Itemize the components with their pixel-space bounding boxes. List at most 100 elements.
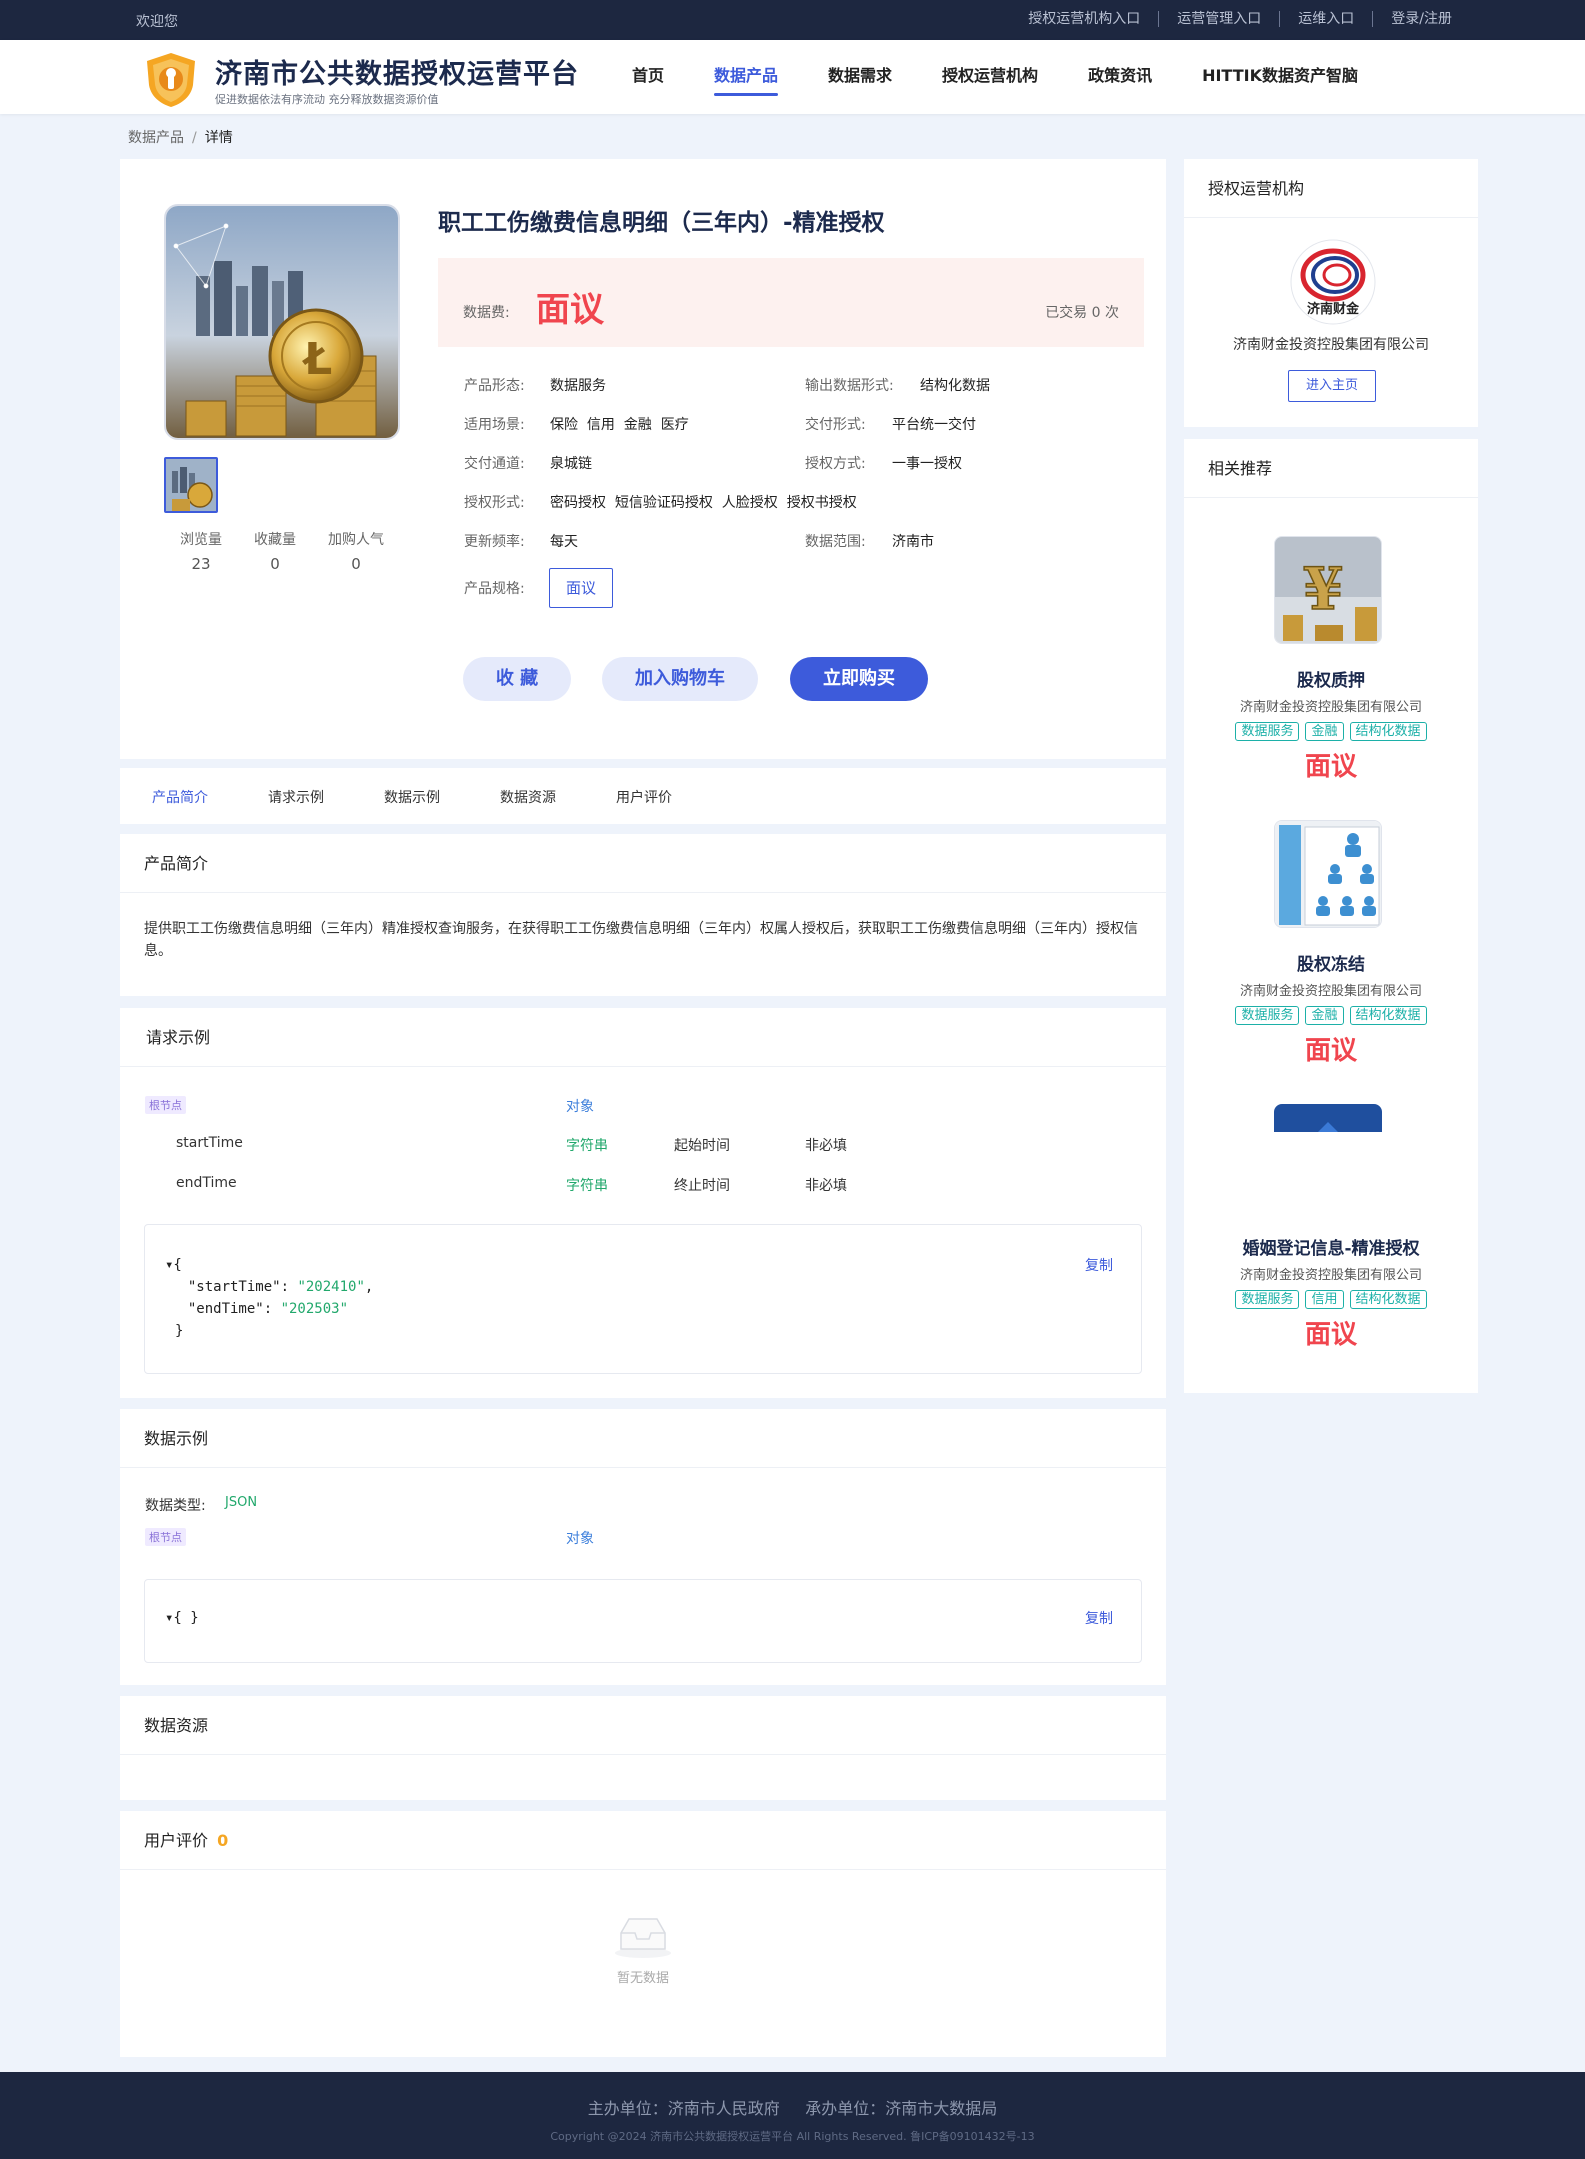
attr-auth-way: 授权方式: 一事一授权 bbox=[805, 456, 962, 472]
tab-reviews[interactable]: 用户评价 bbox=[616, 787, 672, 807]
data-type-label: 数据类型: bbox=[145, 1498, 206, 1514]
coins-city-image: Ł bbox=[166, 206, 398, 438]
recommend-price: 面议 bbox=[1304, 752, 1357, 782]
attr-spec: 产品规格: bbox=[464, 581, 525, 597]
marriage-image bbox=[1274, 1104, 1382, 1132]
root-node-tag: 根节点 bbox=[145, 1528, 186, 1546]
breadcrumb: 数据产品 / 详情 bbox=[128, 127, 233, 147]
breadcrumb-separator: / bbox=[192, 130, 197, 146]
recommend-name[interactable]: 婚姻登记信息-精准授权 bbox=[1184, 1234, 1478, 1259]
code-empty-object[interactable]: ▾{ } bbox=[165, 1610, 199, 1626]
tag: 数据服务 bbox=[1235, 722, 1300, 741]
org-homepage-button[interactable]: 进入主页 bbox=[1288, 370, 1376, 402]
product-card: Ł 浏览量 23 收藏量 0 加购人气 0 职工工伤缴费信息明细（三年内）-精准授权 … bbox=[120, 159, 1166, 759]
request-code-block: 复制 ▾{ "startTime": "202410", "endTime": … bbox=[144, 1224, 1142, 1374]
nav-hittik[interactable]: HITTIK数据资产智脑 bbox=[1202, 62, 1358, 96]
recommend-company: 济南财金投资控股集团有限公司 bbox=[1239, 1268, 1422, 1283]
org-panel: 授权运营机构 济南财金 济南财金投资控股集团有限公司 进入主页 bbox=[1184, 159, 1478, 427]
tab-request[interactable]: 请求示例 bbox=[268, 787, 324, 807]
tag: 信用 bbox=[1305, 1290, 1344, 1309]
nav-data-products[interactable]: 数据产品 bbox=[714, 62, 779, 96]
recommend-company: 济南财金投资控股集团有限公司 bbox=[1239, 700, 1422, 715]
svg-text:¥: ¥ bbox=[1303, 555, 1343, 623]
code-line-starttime: "startTime": "202410", bbox=[171, 1279, 374, 1295]
welcome-text: 欢迎您 bbox=[136, 14, 178, 30]
product-image: Ł bbox=[164, 204, 400, 440]
nav-data-demand[interactable]: 数据需求 bbox=[828, 62, 892, 96]
footer-copyright: Copyright @2024 济南市公共数据授权运营平台 All Rights… bbox=[550, 2130, 1035, 2143]
product-stats: 浏览量 23 收藏量 0 加购人气 0 bbox=[164, 529, 400, 573]
recommend-image bbox=[1274, 820, 1382, 928]
empty-box-icon bbox=[615, 1918, 671, 1958]
attr-delivery: 交付形式: 平台统一交付 bbox=[805, 417, 976, 433]
code-close-brace: } bbox=[175, 1323, 184, 1339]
recommend-image: ¥ bbox=[1274, 536, 1382, 644]
tag: 数据服务 bbox=[1235, 1006, 1300, 1025]
tag: 数据服务 bbox=[1235, 1290, 1300, 1309]
login-register-link[interactable]: 登录/注册 bbox=[1372, 11, 1452, 27]
section-title: 数据资源 bbox=[120, 1696, 1166, 1755]
product-thumbnail[interactable] bbox=[164, 457, 218, 513]
section-title: 用户评价 0 bbox=[120, 1811, 1166, 1870]
tab-intro[interactable]: 产品简介 bbox=[152, 787, 208, 807]
code-line-endtime: "endTime": "202503" bbox=[171, 1301, 349, 1317]
attr-scene: 适用场景: 保险 信用 金融 医疗 bbox=[464, 417, 689, 433]
field-name: endTime bbox=[176, 1175, 237, 1191]
root-node-tag: 根节点 bbox=[145, 1096, 186, 1114]
svg-text:Ł: Ł bbox=[302, 334, 332, 385]
root-type: 对象 bbox=[566, 1099, 594, 1115]
section-title: 数据示例 bbox=[120, 1409, 1166, 1468]
reviews-title: 用户评价 bbox=[144, 1831, 209, 1850]
attr-channel: 交付通道: 泉城链 bbox=[464, 456, 592, 472]
product-title: 职工工伤缴费信息明细（三年内）-精准授权 bbox=[438, 210, 885, 236]
tab-sample[interactable]: 数据示例 bbox=[384, 787, 440, 807]
nav-home[interactable]: 首页 bbox=[632, 62, 664, 96]
recommend-name[interactable]: 股权质押 bbox=[1184, 666, 1478, 691]
recommend-tags: 数据服务 信用 结构化数据 bbox=[1184, 1290, 1478, 1309]
sample-section: 数据示例 数据类型: JSON 根节点 对象 复制 ▾{ } bbox=[120, 1409, 1166, 1685]
shield-logo-icon[interactable] bbox=[143, 51, 199, 109]
field-type: 字符串 bbox=[566, 1178, 608, 1194]
add-to-cart-button[interactable]: 加入购物车 bbox=[602, 657, 758, 701]
org-name: 济南财金投资控股集团有限公司 bbox=[1233, 337, 1429, 353]
copy-button[interactable]: 复制 bbox=[1085, 1608, 1113, 1628]
recommend-name[interactable]: 股权冻结 bbox=[1184, 950, 1478, 975]
field-required: 非必填 bbox=[805, 1138, 847, 1154]
stat-views: 浏览量 23 bbox=[180, 532, 222, 573]
svg-text:济南财金: 济南财金 bbox=[1307, 301, 1360, 317]
copy-button[interactable]: 复制 bbox=[1085, 1255, 1113, 1275]
field-desc: 起始时间 bbox=[674, 1138, 730, 1154]
recommend-company: 济南财金投资控股集团有限公司 bbox=[1239, 984, 1422, 999]
intro-text: 提供职工工伤缴费信息明细（三年内）精准授权查询服务，在获得职工工伤缴费信息明细（… bbox=[144, 921, 1138, 959]
spec-option-button[interactable]: 面议 bbox=[549, 568, 613, 608]
tag: 结构化数据 bbox=[1349, 722, 1427, 741]
reviews-section: 用户评价 0 暂无数据 bbox=[120, 1811, 1166, 2057]
favorite-button[interactable]: 收 藏 bbox=[463, 657, 571, 701]
recommend-price: 面议 bbox=[1304, 1036, 1357, 1066]
nav-policy[interactable]: 政策资讯 bbox=[1088, 62, 1152, 96]
org-entry-link[interactable]: 授权运营机构入口 bbox=[1010, 11, 1158, 27]
stat-favorites: 收藏量 0 bbox=[254, 532, 296, 573]
intro-section: 产品简介 提供职工工伤缴费信息明细（三年内）精准授权查询服务，在获得职工工伤缴费… bbox=[120, 834, 1166, 996]
org-logo-icon[interactable]: 济南财金 bbox=[1290, 239, 1376, 325]
tag: 金融 bbox=[1305, 1006, 1344, 1025]
maintenance-link[interactable]: 运维入口 bbox=[1279, 11, 1372, 27]
site-footer: 主办单位：济南市人民政府 承办单位：济南市大数据局 Copyright @202… bbox=[0, 2072, 1585, 2159]
tag: 结构化数据 bbox=[1349, 1290, 1427, 1309]
site-header: 济南市公共数据授权运营平台 促进数据依法有序流动 充分释放数据资源价值 首页 数… bbox=[0, 40, 1585, 114]
empty-text: 暂无数据 bbox=[616, 1971, 669, 1986]
site-slogan: 促进数据依法有序流动 充分释放数据资源价值 bbox=[215, 93, 439, 106]
ops-management-link[interactable]: 运营管理入口 bbox=[1158, 11, 1279, 27]
empty-state: 暂无数据 bbox=[120, 1915, 1166, 1986]
top-links: 授权运营机构入口 运营管理入口 运维入口 登录/注册 bbox=[1010, 11, 1452, 27]
attr-frequency: 更新频率: 每天 bbox=[464, 534, 578, 550]
breadcrumb-parent[interactable]: 数据产品 bbox=[128, 130, 184, 146]
nav-orgs[interactable]: 授权运营机构 bbox=[942, 62, 1038, 96]
field-type: 字符串 bbox=[566, 1138, 608, 1154]
resources-section: 数据资源 bbox=[120, 1696, 1166, 1800]
stat-cart-popularity: 加购人气 0 bbox=[328, 532, 384, 573]
people-cards-image bbox=[1275, 821, 1381, 927]
tab-resources[interactable]: 数据资源 bbox=[500, 787, 556, 807]
buy-now-button[interactable]: 立即购买 bbox=[790, 657, 928, 701]
code-open-brace[interactable]: ▾{ bbox=[165, 1257, 182, 1273]
